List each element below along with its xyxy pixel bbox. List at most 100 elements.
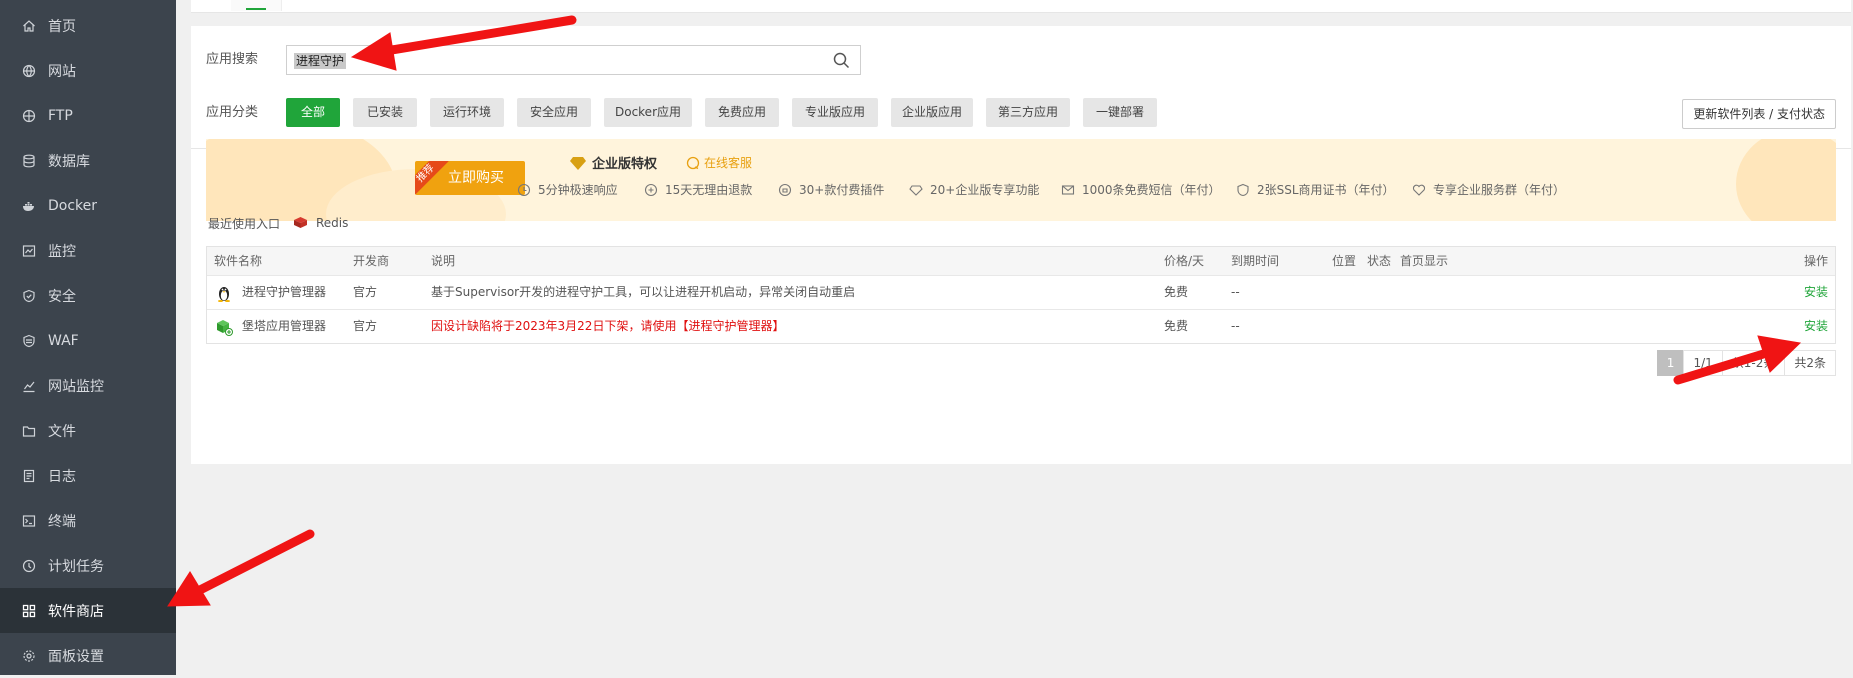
category-one-click-button[interactable]: 一键部署 <box>1083 98 1157 127</box>
refund-icon <box>644 183 658 196</box>
sidebar-item-terminal[interactable]: 终端 <box>0 498 176 543</box>
sidebar-item-ftp[interactable]: FTP <box>0 93 176 138</box>
sidebar-item-label: 首页 <box>48 18 76 35</box>
table-header: 软件名称 开发商 说明 价格/天 到期时间 位置 状态 首页显示 操作 <box>207 247 1835 276</box>
enterprise-title: 企业版特权 <box>570 153 657 172</box>
sidebar-item-settings[interactable]: 面板设置 <box>0 633 176 678</box>
active-tab-indicator[interactable] <box>231 0 282 11</box>
feature-item: 30+款付费插件 <box>778 181 884 198</box>
top-tab-strip <box>191 0 1851 13</box>
docker-icon <box>22 199 36 213</box>
software-desc: 基于Supervisor开发的进程守护工具，可以让进程开机启动，异常关闭自动重启 <box>431 285 856 299</box>
sidebar-nav: 首页 网站 FTP 数据库 Docker 监控 安全 WAF 网站监控 文件 日… <box>0 3 176 678</box>
header-name: 软件名称 <box>214 254 263 268</box>
heart-icon <box>1412 184 1426 196</box>
header-action: 操作 <box>1803 254 1828 268</box>
header-status: 状态 <box>1367 254 1392 268</box>
header-position: 位置 <box>1332 254 1357 268</box>
chart-icon <box>22 379 36 393</box>
software-price: 免费 <box>1164 319 1189 333</box>
feature-item: 2张SSL商用证书（年付） <box>1236 181 1395 198</box>
sidebar-item-security[interactable]: 安全 <box>0 273 176 318</box>
category-security-button[interactable]: 安全应用 <box>517 98 591 127</box>
sidebar-item-label: 网站监控 <box>48 378 104 395</box>
sidebar-item-label: 日志 <box>48 468 76 485</box>
sidebar-item-monitor[interactable]: 监控 <box>0 228 176 273</box>
software-price: 免费 <box>1164 285 1189 299</box>
software-desc-warning: 因设计缺陷将于2023年3月22日下架，请使用【进程守护管理器】 <box>431 319 785 333</box>
software-table: 软件名称 开发商 说明 价格/天 到期时间 位置 状态 首页显示 操作 进程守护… <box>206 246 1836 344</box>
sidebar-item-label: 网站 <box>48 63 76 80</box>
pagination: 1 1/1 从1-2条 共2条 <box>1656 350 1836 376</box>
chat-icon <box>686 156 700 169</box>
sidebar-item-label: 数据库 <box>48 153 90 170</box>
sidebar-item-home[interactable]: 首页 <box>0 3 176 48</box>
cube-icon <box>217 319 233 336</box>
clock-icon <box>22 559 36 573</box>
ftp-icon <box>22 109 36 123</box>
sidebar-item-logs[interactable]: 日志 <box>0 453 176 498</box>
recent-item-redis[interactable]: Redis <box>293 215 348 230</box>
grid-icon <box>22 604 36 618</box>
sidebar-item-label: 软件商店 <box>48 603 104 620</box>
category-installed-button[interactable]: 已安装 <box>353 98 417 127</box>
refresh-list-button[interactable]: 更新软件列表 / 支付状态 <box>1682 99 1836 129</box>
tux-icon <box>218 286 230 302</box>
software-name[interactable]: 堡塔应用管理器 <box>214 310 326 343</box>
header-developer: 开发商 <box>353 254 390 268</box>
category-third-party-button[interactable]: 第三方应用 <box>986 98 1070 127</box>
category-docker-button[interactable]: Docker应用 <box>604 98 692 127</box>
software-store-panel: 应用搜索 进程守护 应用分类 全部 已安装 运行环境 安全应用 Docker应用… <box>191 26 1851 464</box>
sidebar-item-software-store[interactable]: 软件商店 <box>0 588 176 633</box>
feature-item: 1000条免费短信（年付） <box>1061 181 1221 198</box>
table-row: 进程守护管理器 官方 基于Supervisor开发的进程守护工具，可以让进程开机… <box>207 276 1835 310</box>
sidebar-item-website[interactable]: 网站 <box>0 48 176 93</box>
buy-now-label: 立即购买 <box>448 170 504 186</box>
sidebar-item-waf[interactable]: WAF <box>0 318 176 363</box>
software-developer: 官方 <box>353 285 378 299</box>
page-count: 1/1 <box>1683 350 1723 376</box>
category-runtime-button[interactable]: 运行环境 <box>430 98 504 127</box>
customer-service-link[interactable]: 在线客服 <box>686 154 752 171</box>
software-expire: -- <box>1231 319 1240 333</box>
search-box[interactable]: 进程守护 <box>286 45 861 75</box>
monitor-icon <box>22 244 36 258</box>
sidebar-item-label: 安全 <box>48 288 76 305</box>
search-input[interactable]: 进程守护 <box>294 53 347 69</box>
sidebar-item-label: 面板设置 <box>48 648 104 665</box>
feature-item: 专享企业服务群（年付） <box>1412 181 1565 198</box>
terminal-icon <box>22 514 36 528</box>
sidebar-item-site-monitor[interactable]: 网站监控 <box>0 363 176 408</box>
category-enterprise-button[interactable]: 企业版应用 <box>891 98 973 127</box>
install-link[interactable]: 安装 <box>1804 276 1828 309</box>
sidebar-item-files[interactable]: 文件 <box>0 408 176 453</box>
category-free-button[interactable]: 免费应用 <box>705 98 779 127</box>
table-row: 堡塔应用管理器 官方 因设计缺陷将于2023年3月22日下架，请使用【进程守护管… <box>207 310 1835 343</box>
header-desc: 说明 <box>431 254 456 268</box>
category-pro-button[interactable]: 专业版应用 <box>792 98 878 127</box>
sidebar-item-database[interactable]: 数据库 <box>0 138 176 183</box>
page-current[interactable]: 1 <box>1656 350 1685 376</box>
sidebar-item-label: 文件 <box>48 423 76 440</box>
category-all-button[interactable]: 全部 <box>286 98 340 127</box>
sidebar-item-label: 计划任务 <box>48 558 104 575</box>
install-link[interactable]: 安装 <box>1804 310 1828 343</box>
header-expire: 到期时间 <box>1231 254 1280 268</box>
fast-response-icon <box>517 183 531 196</box>
home-icon <box>22 19 36 33</box>
log-icon <box>22 469 36 483</box>
software-expire: -- <box>1231 285 1240 299</box>
gear-icon <box>22 649 36 663</box>
sidebar-item-cron[interactable]: 计划任务 <box>0 543 176 588</box>
annotation-arrow-store <box>195 529 315 595</box>
software-developer: 官方 <box>353 319 378 333</box>
sidebar-item-label: WAF <box>48 332 79 349</box>
software-name[interactable]: 进程守护管理器 <box>214 276 326 309</box>
sidebar-item-label: Docker <box>48 197 98 214</box>
sidebar-item-label: FTP <box>48 107 73 124</box>
search-icon[interactable] <box>833 52 850 69</box>
diamond-icon <box>570 156 586 170</box>
buy-now-button[interactable]: 推荐 立即购买 <box>415 161 525 195</box>
sidebar-item-docker[interactable]: Docker <box>0 183 176 228</box>
plugin-icon <box>778 183 792 196</box>
